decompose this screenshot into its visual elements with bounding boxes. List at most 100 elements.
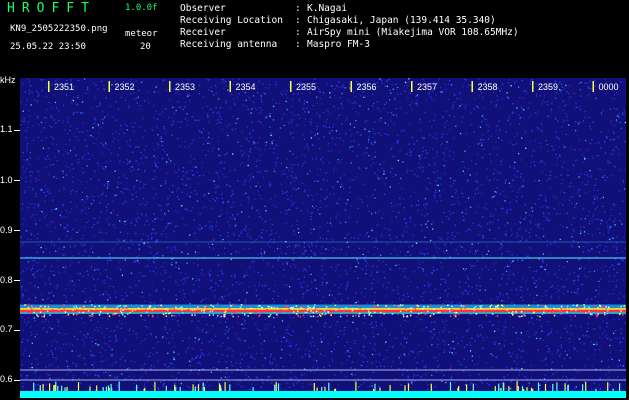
noise-pixel xyxy=(273,204,275,206)
noise-pixel xyxy=(238,299,240,301)
noise-pixel xyxy=(285,299,287,301)
noise-pixel xyxy=(156,143,159,145)
noise-pixel xyxy=(549,253,551,255)
noise-pixel xyxy=(417,351,419,353)
noise-pixel xyxy=(246,352,248,354)
noise-pixel xyxy=(46,191,48,193)
noise-pixel xyxy=(512,260,514,262)
noise-pixel xyxy=(385,263,387,266)
noise-pixel xyxy=(337,158,339,161)
noise-pixel xyxy=(615,119,618,121)
noise-pixel xyxy=(194,253,197,256)
noise-pixel xyxy=(560,92,562,94)
noise-pixel xyxy=(393,123,395,126)
noise-pixel xyxy=(614,224,616,226)
noise-pixel xyxy=(326,196,329,198)
noise-pixel xyxy=(598,280,600,283)
noise-pixel xyxy=(177,225,179,227)
noise-pixel xyxy=(222,173,224,176)
noise-pixel xyxy=(400,384,402,386)
noise-pixel xyxy=(126,295,128,298)
noise-pixel xyxy=(51,300,53,302)
noise-pixel xyxy=(545,239,548,242)
noise-pixel xyxy=(477,224,479,226)
noise-pixel xyxy=(75,219,78,222)
info-key: Observer xyxy=(180,3,226,14)
noise-pixel xyxy=(572,240,575,242)
noise-pixel xyxy=(383,365,385,367)
noise-pixel xyxy=(383,173,385,175)
noise-pixel xyxy=(298,100,301,102)
noise-pixel xyxy=(257,142,259,144)
noise-pixel xyxy=(162,111,164,113)
noise-pixel xyxy=(102,293,104,296)
noise-pixel xyxy=(567,377,569,379)
noise-pixel xyxy=(538,180,540,182)
noise-pixel xyxy=(402,161,404,163)
noise-pixel xyxy=(398,357,400,359)
noise-pixel xyxy=(390,120,392,122)
noise-pixel xyxy=(57,265,59,268)
noise-pixel xyxy=(50,363,52,366)
noise-pixel xyxy=(565,133,567,136)
noise-pixel xyxy=(487,269,490,271)
noise-pixel xyxy=(518,348,520,351)
noise-pixel xyxy=(386,95,388,97)
noise-pixel xyxy=(293,164,295,166)
noise-pixel xyxy=(344,209,347,211)
noise-pixel xyxy=(142,117,144,119)
noise-pixel xyxy=(444,289,446,292)
noise-pixel xyxy=(620,349,622,352)
noise-pixel xyxy=(585,192,587,194)
noise-pixel xyxy=(227,235,229,237)
noise-pixel xyxy=(515,106,517,109)
noise-pixel xyxy=(379,119,381,121)
noise-pixel xyxy=(537,225,539,227)
noise-pixel xyxy=(315,287,318,290)
noise-pixel xyxy=(220,270,222,273)
noise-pixel xyxy=(120,247,122,249)
noise-pixel xyxy=(94,269,96,271)
noise-pixel xyxy=(255,185,257,187)
noise-pixel xyxy=(245,105,248,107)
noise-pixel xyxy=(521,367,523,370)
noise-pixel xyxy=(446,215,448,218)
noise-pixel xyxy=(388,78,390,81)
noise-pixel xyxy=(339,293,342,295)
noise-pixel xyxy=(247,159,250,161)
noise-pixel xyxy=(155,157,157,159)
noise-pixel xyxy=(269,115,271,117)
noise-pixel xyxy=(542,161,544,163)
noise-pixel xyxy=(45,366,47,368)
noise-pixel xyxy=(535,223,537,225)
noise-pixel xyxy=(319,98,321,100)
noise-pixel xyxy=(97,269,99,271)
noise-pixel xyxy=(528,322,530,324)
noise-pixel xyxy=(275,83,277,86)
noise-pixel xyxy=(217,381,219,383)
noise-pixel xyxy=(57,284,59,286)
noise-pixel xyxy=(558,82,560,85)
noise-pixel xyxy=(397,182,399,185)
noise-pixel xyxy=(401,268,403,270)
noise-pixel xyxy=(365,234,367,236)
noise-pixel xyxy=(617,376,619,378)
noise-pixel xyxy=(230,258,232,261)
noise-pixel xyxy=(499,90,501,92)
noise-pixel xyxy=(549,178,552,180)
noise-pixel xyxy=(491,197,493,199)
noise-pixel xyxy=(623,110,625,112)
noise-pixel xyxy=(186,262,188,264)
noise-pixel xyxy=(188,79,190,81)
noise-pixel xyxy=(390,148,392,150)
noise-pixel xyxy=(193,290,196,292)
noise-pixel xyxy=(448,301,450,303)
noise-pixel xyxy=(591,248,593,251)
noise-pixel xyxy=(538,128,540,130)
noise-pixel xyxy=(227,134,229,137)
noise-pixel xyxy=(337,181,339,183)
noise-pixel xyxy=(307,315,309,317)
noise-pixel xyxy=(597,300,599,303)
noise-pixel xyxy=(325,205,327,207)
noise-pixel xyxy=(325,126,327,128)
